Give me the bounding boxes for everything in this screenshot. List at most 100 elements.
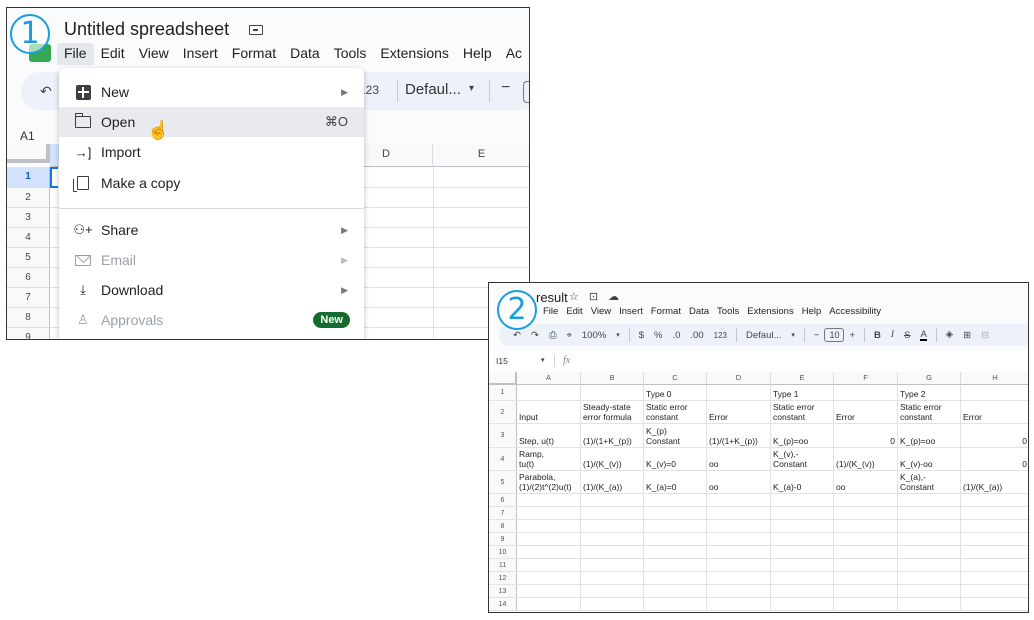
cell-c9[interactable] bbox=[644, 533, 707, 545]
cell-h7[interactable] bbox=[961, 507, 1028, 519]
menu-tools[interactable]: Tools bbox=[713, 306, 743, 317]
font-select[interactable]: Defaul... bbox=[405, 81, 461, 98]
strikethrough-button[interactable]: S bbox=[904, 330, 910, 341]
cell-e6[interactable] bbox=[771, 494, 834, 506]
column-header-e[interactable]: E bbox=[433, 144, 529, 167]
cell-e7[interactable] bbox=[771, 507, 834, 519]
menu-data[interactable]: Data bbox=[283, 43, 327, 65]
row-header[interactable]: 11 bbox=[489, 559, 517, 571]
cell-g6[interactable] bbox=[898, 494, 961, 506]
cell-c1[interactable]: Type 0 bbox=[644, 385, 707, 400]
cell-b9[interactable] bbox=[581, 533, 644, 545]
menu-edit[interactable]: Edit bbox=[562, 306, 586, 317]
cell-d12[interactable] bbox=[707, 572, 771, 584]
menu-item-open[interactable]: Open ⌘O bbox=[59, 107, 364, 137]
cell-e9[interactable] bbox=[771, 533, 834, 545]
cell-b5[interactable]: (1)/(K_(a)) bbox=[581, 471, 644, 493]
menu-insert[interactable]: Insert bbox=[615, 306, 647, 317]
cell-b12[interactable] bbox=[581, 572, 644, 584]
text-color-button[interactable]: A bbox=[920, 329, 927, 341]
cell-f2[interactable]: Error bbox=[834, 401, 898, 423]
column-header-e[interactable]: E bbox=[771, 372, 834, 385]
cell-f10[interactable] bbox=[834, 546, 898, 558]
column-header-a[interactable]: A bbox=[517, 372, 581, 385]
cell-d2[interactable]: Error bbox=[707, 401, 771, 423]
cell-d1[interactable] bbox=[707, 385, 771, 400]
cell-b13[interactable] bbox=[581, 585, 644, 597]
paint-format-icon[interactable]: ⌖ bbox=[567, 330, 572, 341]
cell-d14[interactable] bbox=[707, 598, 771, 610]
cell-e8[interactable] bbox=[771, 520, 834, 532]
cell-a2[interactable]: Input bbox=[517, 401, 581, 423]
cell-c10[interactable] bbox=[644, 546, 707, 558]
menu-extensions[interactable]: Extensions bbox=[373, 43, 455, 65]
decrease-font-size-button[interactable]: − bbox=[501, 79, 510, 97]
row-header[interactable]: 13 bbox=[489, 585, 517, 597]
cell-d10[interactable] bbox=[707, 546, 771, 558]
undo-icon[interactable]: ↶ bbox=[40, 83, 52, 100]
cloud-status-icon[interactable]: ☁ bbox=[608, 290, 619, 303]
column-header-b[interactable]: B bbox=[581, 372, 644, 385]
active-cell-a1[interactable] bbox=[50, 167, 58, 188]
italic-button[interactable]: I bbox=[891, 330, 894, 340]
bold-button[interactable]: B bbox=[874, 330, 881, 341]
cell-c2[interactable]: Static error constant bbox=[644, 401, 707, 423]
cell-b10[interactable] bbox=[581, 546, 644, 558]
document-title[interactable]: result bbox=[536, 290, 568, 305]
cell-e1[interactable]: Type 1 bbox=[771, 385, 834, 400]
cell-a12[interactable] bbox=[517, 572, 581, 584]
menu-accessibility[interactable]: Accessibility bbox=[825, 306, 885, 317]
row-header[interactable]: 2 bbox=[489, 401, 517, 423]
cell-a3[interactable]: Step, u(t) bbox=[517, 424, 581, 447]
cell-b8[interactable] bbox=[581, 520, 644, 532]
menu-file[interactable]: File bbox=[539, 306, 562, 317]
cell-g12[interactable] bbox=[898, 572, 961, 584]
menu-edit[interactable]: Edit bbox=[94, 43, 132, 65]
name-box[interactable]: I15 bbox=[496, 356, 508, 366]
cell-h12[interactable] bbox=[961, 572, 1028, 584]
cell-c8[interactable] bbox=[644, 520, 707, 532]
cell-a6[interactable] bbox=[517, 494, 581, 506]
menu-data[interactable]: Data bbox=[685, 306, 713, 317]
cell-a13[interactable] bbox=[517, 585, 581, 597]
cell-f4[interactable]: (1)/(K_(v)) bbox=[834, 448, 898, 470]
chevron-down-icon[interactable]: ▾ bbox=[469, 83, 474, 94]
borders-icon[interactable]: ⊞ bbox=[963, 330, 971, 341]
cell-a4[interactable]: Ramp, tu(t) bbox=[517, 448, 581, 470]
menu-item-import[interactable]: →] Import bbox=[59, 137, 364, 167]
cell-h11[interactable] bbox=[961, 559, 1028, 571]
row-header[interactable]: 8 bbox=[489, 520, 517, 532]
cell-g14[interactable] bbox=[898, 598, 961, 610]
menu-view[interactable]: View bbox=[587, 306, 615, 317]
cell-h1[interactable] bbox=[961, 385, 1028, 400]
row-header[interactable]: 3 bbox=[489, 424, 517, 447]
cell-h13[interactable] bbox=[961, 585, 1028, 597]
cell-f7[interactable] bbox=[834, 507, 898, 519]
print-icon[interactable]: ⎙ bbox=[549, 330, 557, 341]
cell-f8[interactable] bbox=[834, 520, 898, 532]
cell-h14[interactable] bbox=[961, 598, 1028, 610]
cell-e12[interactable] bbox=[771, 572, 834, 584]
cell-e14[interactable] bbox=[771, 598, 834, 610]
column-header-c[interactable]: C bbox=[644, 372, 707, 385]
percent-format-button[interactable]: % bbox=[654, 330, 662, 341]
cell-c3[interactable]: K_(p) Constant bbox=[644, 424, 707, 447]
cell-b1[interactable] bbox=[581, 385, 644, 400]
row-header[interactable]: 4 bbox=[7, 228, 50, 248]
row-header[interactable]: 9 bbox=[7, 328, 50, 339]
increase-font-size-button[interactable]: + bbox=[849, 330, 855, 341]
chevron-down-icon[interactable]: ▾ bbox=[541, 356, 545, 364]
cell-h10[interactable] bbox=[961, 546, 1028, 558]
cell-g5[interactable]: K_(a),- Constant bbox=[898, 471, 961, 493]
cell-c6[interactable] bbox=[644, 494, 707, 506]
move-to-folder-icon[interactable]: ⊡ bbox=[589, 290, 598, 303]
row-header[interactable]: 7 bbox=[7, 288, 50, 308]
row-header[interactable]: 7 bbox=[489, 507, 517, 519]
cell-b6[interactable] bbox=[581, 494, 644, 506]
column-header-g[interactable]: G bbox=[898, 372, 961, 385]
document-title[interactable]: Untitled spreadsheet bbox=[64, 19, 229, 40]
zoom-select[interactable]: 100% bbox=[582, 330, 606, 341]
cell-e11[interactable] bbox=[771, 559, 834, 571]
font-size-input[interactable] bbox=[523, 81, 529, 103]
move-to-folder-icon[interactable] bbox=[249, 25, 263, 35]
